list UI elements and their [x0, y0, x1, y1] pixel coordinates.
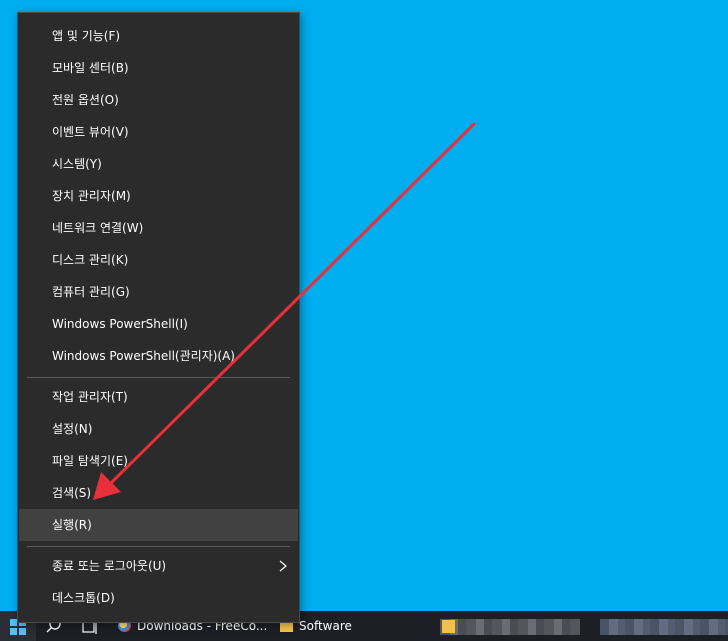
menu-item-system[interactable]: 시스템(Y)	[19, 148, 298, 180]
menu-item-mobility-center[interactable]: 모바일 센터(B)	[19, 52, 298, 84]
chevron-right-icon	[279, 560, 287, 572]
menu-item-file-explorer[interactable]: 파일 탐색기(E)	[19, 445, 298, 477]
blurred-taskbar-app[interactable]	[600, 619, 728, 635]
menu-item-event-viewer[interactable]: 이벤트 뷰어(V)	[19, 116, 298, 148]
menu-item-shutdown-or-signout[interactable]: 종료 또는 로그아웃(U)	[19, 550, 298, 582]
blurred-taskbar-app[interactable]	[440, 619, 580, 635]
menu-item-apps-and-features[interactable]: 앱 및 기능(F)	[19, 20, 298, 52]
menu-item-disk-management[interactable]: 디스크 관리(K)	[19, 244, 298, 276]
menu-item-task-manager[interactable]: 작업 관리자(T)	[19, 381, 298, 413]
taskbar-app-folder[interactable]: Software	[280, 611, 430, 641]
menu-item-windows-powershell-admin[interactable]: Windows PowerShell(관리자)(A)	[19, 340, 298, 372]
menu-item-search[interactable]: 검색(S)	[19, 477, 298, 509]
menu-item-power-options[interactable]: 전원 옵션(O)	[19, 84, 298, 116]
menu-item-label: 종료 또는 로그아웃(U)	[52, 559, 167, 573]
menu-separator	[27, 546, 290, 547]
winx-context-menu: 앱 및 기능(F) 모바일 센터(B) 전원 옵션(O) 이벤트 뷰어(V) 시…	[17, 12, 300, 623]
taskbar-app-label: Software	[299, 619, 352, 633]
menu-item-run[interactable]: 실행(R)	[19, 509, 298, 541]
menu-item-device-manager[interactable]: 장치 관리자(M)	[19, 180, 298, 212]
menu-separator	[27, 377, 290, 378]
menu-item-computer-management[interactable]: 컴퓨터 관리(G)	[19, 276, 298, 308]
menu-item-desktop[interactable]: 데스크톱(D)	[19, 582, 298, 614]
folder-icon	[442, 620, 455, 633]
menu-item-windows-powershell[interactable]: Windows PowerShell(I)	[19, 308, 298, 340]
menu-item-network-connections[interactable]: 네트워크 연결(W)	[19, 212, 298, 244]
menu-item-settings[interactable]: 설정(N)	[19, 413, 298, 445]
